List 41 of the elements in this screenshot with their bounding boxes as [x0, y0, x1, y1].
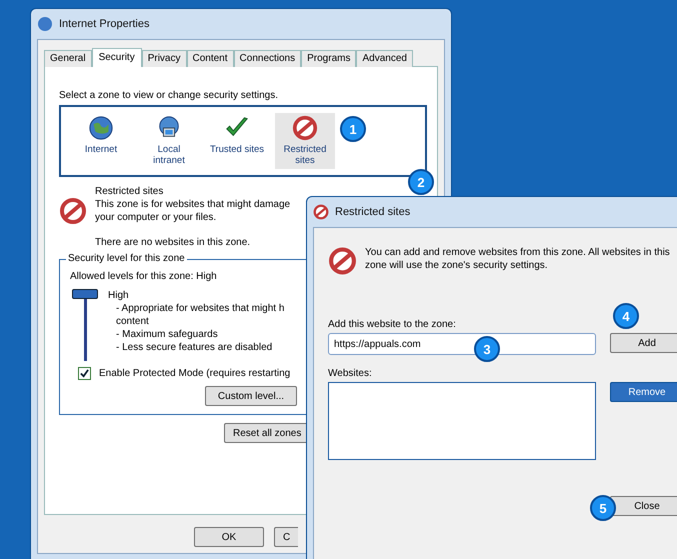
window-title: Restricted sites	[335, 206, 410, 218]
zone-item[interactable]: Restricted sites	[275, 113, 335, 169]
level-name: High	[108, 289, 129, 302]
tab[interactable]: Programs	[301, 50, 356, 67]
list-label: Websites:	[328, 367, 372, 380]
close-button[interactable]: Close	[610, 496, 677, 516]
dialog-description: You can add and remove websites from this zone. All websites in this zone will use the zone's security settings.	[365, 246, 671, 272]
group-title: Security level for this zone	[66, 253, 187, 264]
zone-note: There are no websites in this zone.	[95, 236, 250, 249]
remove-button[interactable]: Remove	[610, 382, 677, 402]
checkbox-label: Enable Protected Mode (requires restarting	[99, 367, 290, 380]
zone-description: This zone is for websites that might damage your computer or your files.	[95, 198, 292, 224]
level-detail: - Less secure features are disabled	[115, 341, 272, 354]
tab[interactable]: Connections	[234, 50, 302, 67]
tab[interactable]: Privacy	[142, 50, 186, 67]
websites-list[interactable]	[328, 382, 596, 460]
zone-item[interactable]: Trusted sites	[207, 113, 267, 169]
no-entry-icon	[59, 197, 87, 225]
allowed-levels: Allowed levels for this zone: High	[70, 270, 217, 283]
zone-item[interactable]: Internet	[71, 113, 131, 169]
custom-level-button[interactable]: Custom level...	[205, 386, 297, 406]
no-entry-icon	[328, 246, 357, 276]
zone-prompt: Select a zone to view or change security settings.	[59, 89, 278, 102]
dialog-button[interactable]: C	[274, 527, 298, 547]
tab[interactable]: General	[44, 50, 92, 67]
tab[interactable]: Content	[186, 50, 234, 67]
add-button[interactable]: Add	[610, 333, 677, 353]
level-detail: content	[115, 315, 149, 328]
add-label: Add this website to the zone:	[328, 318, 456, 331]
no-entry-icon	[292, 115, 318, 141]
zone-item[interactable]: Local intranet	[139, 113, 199, 169]
level-detail: - Maximum safeguards	[115, 328, 218, 341]
level-slider[interactable]	[70, 289, 100, 361]
window-title: Internet Properties	[59, 18, 150, 30]
checkbox[interactable]	[78, 367, 91, 380]
dialog-button[interactable]: OK	[194, 527, 264, 547]
level-detail: - Appropriate for websites that might h	[115, 302, 284, 315]
no-entry-icon	[313, 204, 329, 220]
tab[interactable]: Advanced	[356, 50, 413, 67]
zone-title: Restricted sites	[95, 185, 164, 198]
tab[interactable]: Security	[92, 48, 142, 67]
